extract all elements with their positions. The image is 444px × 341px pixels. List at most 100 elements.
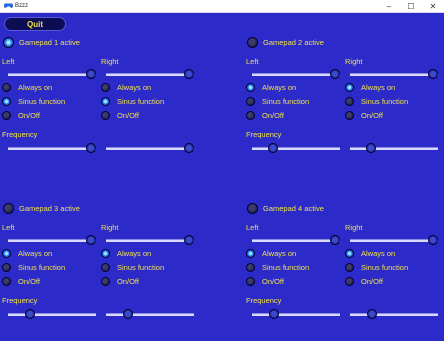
left-always-on-radio[interactable] xyxy=(2,83,11,92)
left-onoff-radio[interactable] xyxy=(246,277,255,286)
left-always-on-radio[interactable] xyxy=(246,83,255,92)
gamepad-title: Gamepad 3 active xyxy=(19,204,80,213)
minimize-button[interactable]: – xyxy=(378,0,400,12)
gamepad-title: Gamepad 1 active xyxy=(19,38,80,47)
left-frequency-slider-thumb[interactable] xyxy=(25,309,36,319)
left-frequency-slider-track xyxy=(252,147,340,150)
right-intensity-slider[interactable] xyxy=(350,235,438,245)
left-frequency-slider[interactable] xyxy=(252,309,340,319)
left-always-on-label: Always on xyxy=(18,249,53,258)
right-always-on-radio[interactable] xyxy=(101,83,110,92)
left-intensity-slider-track xyxy=(8,239,96,242)
quit-button[interactable]: Quit xyxy=(4,17,66,31)
right-frequency-slider-thumb[interactable] xyxy=(184,143,194,153)
right-sinus-label: Sinus function xyxy=(361,263,409,272)
right-always-on-radio[interactable] xyxy=(345,249,354,258)
left-onoff-label: On/Off xyxy=(18,277,40,286)
right-frequency-slider-track xyxy=(106,147,194,150)
left-sinus-radio[interactable] xyxy=(2,263,11,272)
right-frequency-slider-track xyxy=(350,147,438,150)
right-sinus-label: Sinus function xyxy=(117,263,165,272)
frequency-label: Frequency xyxy=(2,130,38,139)
frequency-label: Frequency xyxy=(246,130,282,139)
left-intensity-slider-thumb[interactable] xyxy=(330,69,340,79)
right-onoff-radio[interactable] xyxy=(345,277,354,286)
right-motor-label: Right xyxy=(101,223,119,232)
left-frequency-slider[interactable] xyxy=(252,143,340,153)
frequency-label: Frequency xyxy=(2,296,38,305)
window-title: Bzzz xyxy=(15,3,29,9)
right-frequency-slider-thumb[interactable] xyxy=(367,309,378,319)
right-onoff-radio[interactable] xyxy=(101,277,110,286)
gamepad-active-indicator[interactable] xyxy=(3,203,14,214)
right-always-on-label: Always on xyxy=(117,83,152,92)
left-sinus-radio[interactable] xyxy=(2,97,11,106)
right-intensity-slider-thumb[interactable] xyxy=(428,69,438,79)
right-frequency-slider[interactable] xyxy=(106,309,194,319)
left-frequency-slider-track xyxy=(8,147,96,150)
right-intensity-slider-thumb[interactable] xyxy=(428,235,438,245)
left-frequency-slider[interactable] xyxy=(8,309,96,319)
left-sinus-label: Sinus function xyxy=(262,97,310,106)
left-intensity-slider[interactable] xyxy=(8,69,96,79)
left-onoff-radio[interactable] xyxy=(2,277,11,286)
right-always-on-radio[interactable] xyxy=(101,249,110,258)
right-frequency-slider[interactable] xyxy=(350,143,438,153)
left-onoff-label: On/Off xyxy=(262,277,284,286)
close-button[interactable]: ✕ xyxy=(422,0,444,12)
right-sinus-radio[interactable] xyxy=(101,97,110,106)
gamepad-active-indicator[interactable] xyxy=(3,37,14,48)
right-sinus-radio[interactable] xyxy=(345,97,354,106)
left-always-on-label: Always on xyxy=(18,83,53,92)
right-motor-label: Right xyxy=(345,57,363,66)
gamepad-active-indicator[interactable] xyxy=(247,203,258,214)
right-sinus-radio[interactable] xyxy=(101,263,110,272)
right-onoff-label: On/Off xyxy=(361,111,383,120)
gamepad-panel-2: Gamepad 2 active Left Always on Sinus funct… xyxy=(246,35,444,175)
right-intensity-slider[interactable] xyxy=(106,69,194,79)
left-frequency-slider-thumb[interactable] xyxy=(269,309,280,319)
right-intensity-slider[interactable] xyxy=(106,235,194,245)
left-frequency-slider-thumb[interactable] xyxy=(267,143,278,153)
right-onoff-label: On/Off xyxy=(117,277,139,286)
maximize-button[interactable]: ☐ xyxy=(400,0,422,12)
right-motor-label: Right xyxy=(345,223,363,232)
right-frequency-slider-thumb[interactable] xyxy=(123,309,134,319)
left-frequency-slider-thumb[interactable] xyxy=(86,143,96,153)
left-onoff-radio[interactable] xyxy=(2,111,11,120)
right-intensity-slider-track xyxy=(106,73,194,76)
gamepad-panel-1: Gamepad 1 active Left Always on Sinus funct… xyxy=(2,35,222,175)
left-intensity-slider-thumb[interactable] xyxy=(330,235,340,245)
right-intensity-slider[interactable] xyxy=(350,69,438,79)
left-intensity-slider-track xyxy=(8,73,96,76)
right-always-on-label: Always on xyxy=(117,249,152,258)
right-intensity-slider-thumb[interactable] xyxy=(184,69,194,79)
gamepad-active-indicator[interactable] xyxy=(247,37,258,48)
right-frequency-slider[interactable] xyxy=(350,309,438,319)
left-intensity-slider-thumb[interactable] xyxy=(86,69,96,79)
right-frequency-slider[interactable] xyxy=(106,143,194,153)
left-sinus-label: Sinus function xyxy=(18,97,66,106)
left-intensity-slider-track xyxy=(252,73,340,76)
left-sinus-radio[interactable] xyxy=(246,97,255,106)
right-frequency-slider-track xyxy=(106,313,194,316)
right-intensity-slider-thumb[interactable] xyxy=(184,235,194,245)
right-frequency-slider-thumb[interactable] xyxy=(365,143,376,153)
left-always-on-radio[interactable] xyxy=(2,249,11,258)
right-always-on-radio[interactable] xyxy=(345,83,354,92)
left-intensity-slider[interactable] xyxy=(8,235,96,245)
right-intensity-slider-track xyxy=(350,239,438,242)
right-always-on-label: Always on xyxy=(361,83,396,92)
right-frequency-slider-track xyxy=(350,313,438,316)
right-onoff-radio[interactable] xyxy=(101,111,110,120)
left-intensity-slider[interactable] xyxy=(252,235,340,245)
left-frequency-slider[interactable] xyxy=(8,143,96,153)
left-onoff-radio[interactable] xyxy=(246,111,255,120)
right-sinus-radio[interactable] xyxy=(345,263,354,272)
left-intensity-slider[interactable] xyxy=(252,69,340,79)
left-intensity-slider-thumb[interactable] xyxy=(86,235,96,245)
left-always-on-radio[interactable] xyxy=(246,249,255,258)
right-onoff-radio[interactable] xyxy=(345,111,354,120)
left-sinus-radio[interactable] xyxy=(246,263,255,272)
right-always-on-label: Always on xyxy=(361,249,396,258)
